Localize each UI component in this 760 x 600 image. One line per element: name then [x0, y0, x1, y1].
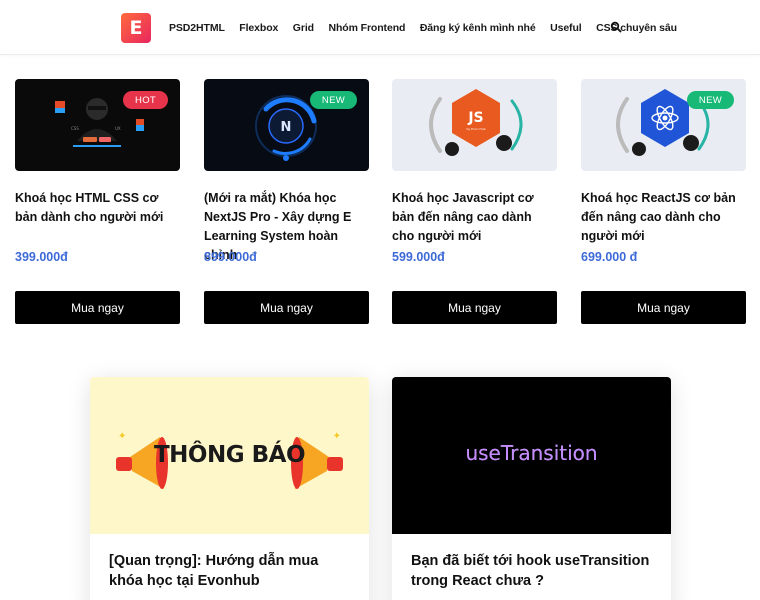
buy-now-button[interactable]: Mua ngay	[392, 291, 557, 324]
svg-text:UX: UX	[115, 126, 121, 131]
buy-now-button[interactable]: Mua ngay	[581, 291, 746, 324]
svg-text:✦: ✦	[333, 431, 341, 442]
buy-now-button[interactable]: Mua ngay	[15, 291, 180, 324]
course-card: NEW Khoá học ReactJS cơ bản đến nâng cao…	[581, 79, 746, 324]
course-title[interactable]: Khoá học Javascript cơ bản đến nâng cao …	[392, 189, 557, 246]
course-thumbnail[interactable]: JS by Evon Hub	[392, 79, 557, 171]
course-thumbnail[interactable]: CSS UX HOT	[15, 79, 180, 171]
blog-image-heading: useTransition	[392, 441, 671, 465]
course-title[interactable]: Khoá học HTML CSS cơ bản dành cho người …	[15, 189, 180, 227]
new-badge: NEW	[309, 91, 357, 109]
blog-image-heading: THÔNG BÁO	[153, 442, 306, 468]
course-card: JS by Evon Hub Khoá học Javascript cơ bả…	[392, 79, 557, 324]
logo[interactable]: E	[121, 13, 151, 43]
course-thumbnail[interactable]: NEW	[581, 79, 746, 171]
blog-card: ✦ ✦ THÔNG BÁO [Quan trọng]: Hướng dẫn mu…	[90, 377, 369, 600]
svg-text:JS: JS	[467, 110, 483, 126]
new-badge: NEW	[686, 91, 734, 109]
search-icon[interactable]	[610, 21, 622, 33]
buy-now-button[interactable]: Mua ngay	[204, 291, 369, 324]
blog-thumbnail[interactable]: ✦ ✦ THÔNG BÁO	[90, 377, 369, 534]
logo-letter: E	[129, 17, 143, 39]
course-price: 699.000 đ	[581, 250, 638, 264]
course-title[interactable]: Khoá học ReactJS cơ bản đến nâng cao dàn…	[581, 189, 746, 246]
svg-text:✦: ✦	[118, 431, 126, 442]
nav-item-grid[interactable]: Grid	[293, 22, 314, 34]
javascript-course-illustration: JS by Evon Hub	[429, 89, 523, 156]
nav-item-useful[interactable]: Useful	[550, 22, 582, 34]
svg-text:N: N	[281, 120, 292, 135]
course-price: 599.000đ	[392, 250, 445, 264]
course-card: CSS UX HOT Khoá học HTML CSS cơ bản dành…	[15, 79, 180, 324]
blog-thumbnail[interactable]: useTransition	[392, 377, 671, 534]
nav-item-psd2html[interactable]: PSD2HTML	[169, 22, 225, 34]
nav-item-frontend-group[interactable]: Nhóm Frontend	[328, 22, 405, 34]
svg-text:CSS: CSS	[71, 126, 79, 131]
nav-item-subscribe[interactable]: Đăng ký kênh mình nhé	[420, 22, 536, 34]
nav-item-advanced-css[interactable]: CSS chuyên sâu	[596, 22, 677, 34]
course-price: 899.000đ	[204, 250, 257, 264]
blog-title[interactable]: Bạn đã biết tới hook useTransition trong…	[411, 551, 656, 591]
nav-item-flexbox[interactable]: Flexbox	[239, 22, 278, 34]
blog-title[interactable]: [Quan trọng]: Hướng dẫn mua khóa học tại…	[109, 551, 354, 591]
course-price: 399.000đ	[15, 250, 68, 264]
hot-badge: HOT	[123, 91, 168, 109]
site-header: E PSD2HTML Flexbox Grid Nhóm Frontend Đă…	[0, 0, 760, 55]
course-thumbnail[interactable]: N NEW	[204, 79, 369, 171]
blog-card: useTransition Bạn đã biết tới hook useTr…	[392, 377, 671, 600]
svg-text:by Evon Hub: by Evon Hub	[466, 127, 485, 131]
course-card: N NEW (Mới ra mắt) Khóa học NextJS Pro -…	[204, 79, 369, 324]
